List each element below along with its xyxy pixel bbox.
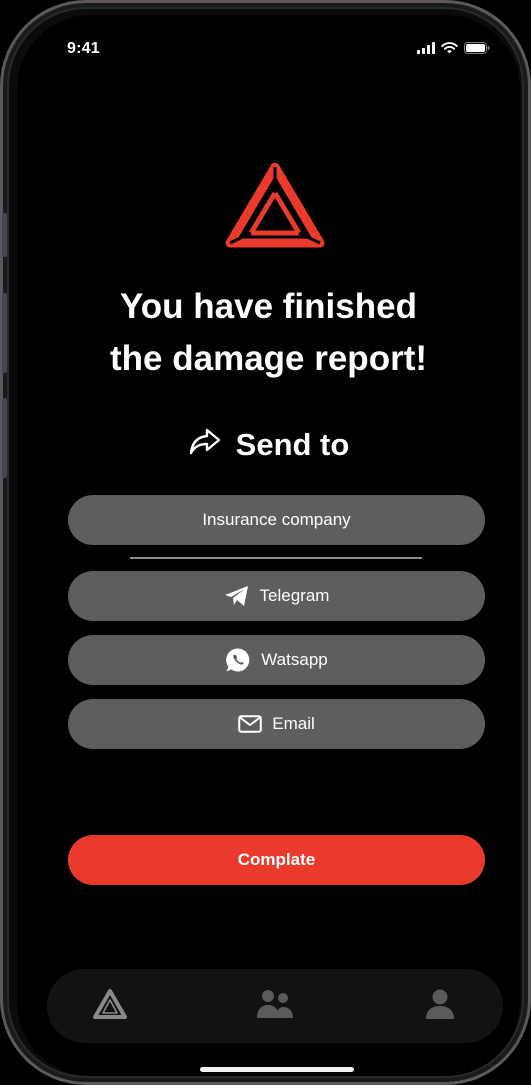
mute-switch [2,213,7,257]
tab-profile[interactable] [405,969,475,1043]
telegram-button[interactable]: Telegram [68,571,485,621]
complete-button[interactable]: Complate [68,835,485,885]
person-icon [424,988,456,1025]
send-to-label: Send to [235,427,350,462]
page-title: You have finished the damage report! [17,281,520,385]
status-icons [417,41,490,59]
battery-icon [464,41,490,59]
people-icon [254,988,296,1025]
share-arrow-icon [188,427,222,463]
volume-up-button [2,293,7,373]
telegram-icon [224,585,250,607]
divider [130,557,422,559]
whatsapp-icon [225,647,251,673]
triangle-icon [92,988,128,1025]
telegram-label: Telegram [259,586,330,605]
complete-button-label: Complate [237,850,316,869]
insurance-company-label: Insurance company [202,510,351,529]
phone-frame: 9:41 You have finished the damage report… [0,0,531,1085]
status-bar: 9:41 [17,15,520,75]
wifi-icon [441,41,458,59]
send-to-heading: Send to [17,427,520,463]
cellular-signal-icon [417,41,435,59]
tab-people[interactable] [240,969,310,1043]
volume-down-button [2,398,7,478]
title-line-2: the damage report! [110,339,427,378]
whatsapp-button[interactable]: Watsapp [68,635,485,685]
whatsapp-label: Watsapp [261,650,328,669]
home-indicator [200,1067,354,1072]
email-label: Email [272,714,315,733]
warning-triangle-logo-icon [225,162,325,249]
tab-bar [47,969,503,1043]
mail-icon [238,715,263,733]
insurance-company-button[interactable]: Insurance company [68,495,485,545]
screen: 9:41 You have finished the damage report… [17,15,520,1076]
status-time: 9:41 [67,40,100,57]
title-line-1: You have finished [120,287,417,326]
email-button[interactable]: Email [68,699,485,749]
tab-report[interactable] [75,969,145,1043]
